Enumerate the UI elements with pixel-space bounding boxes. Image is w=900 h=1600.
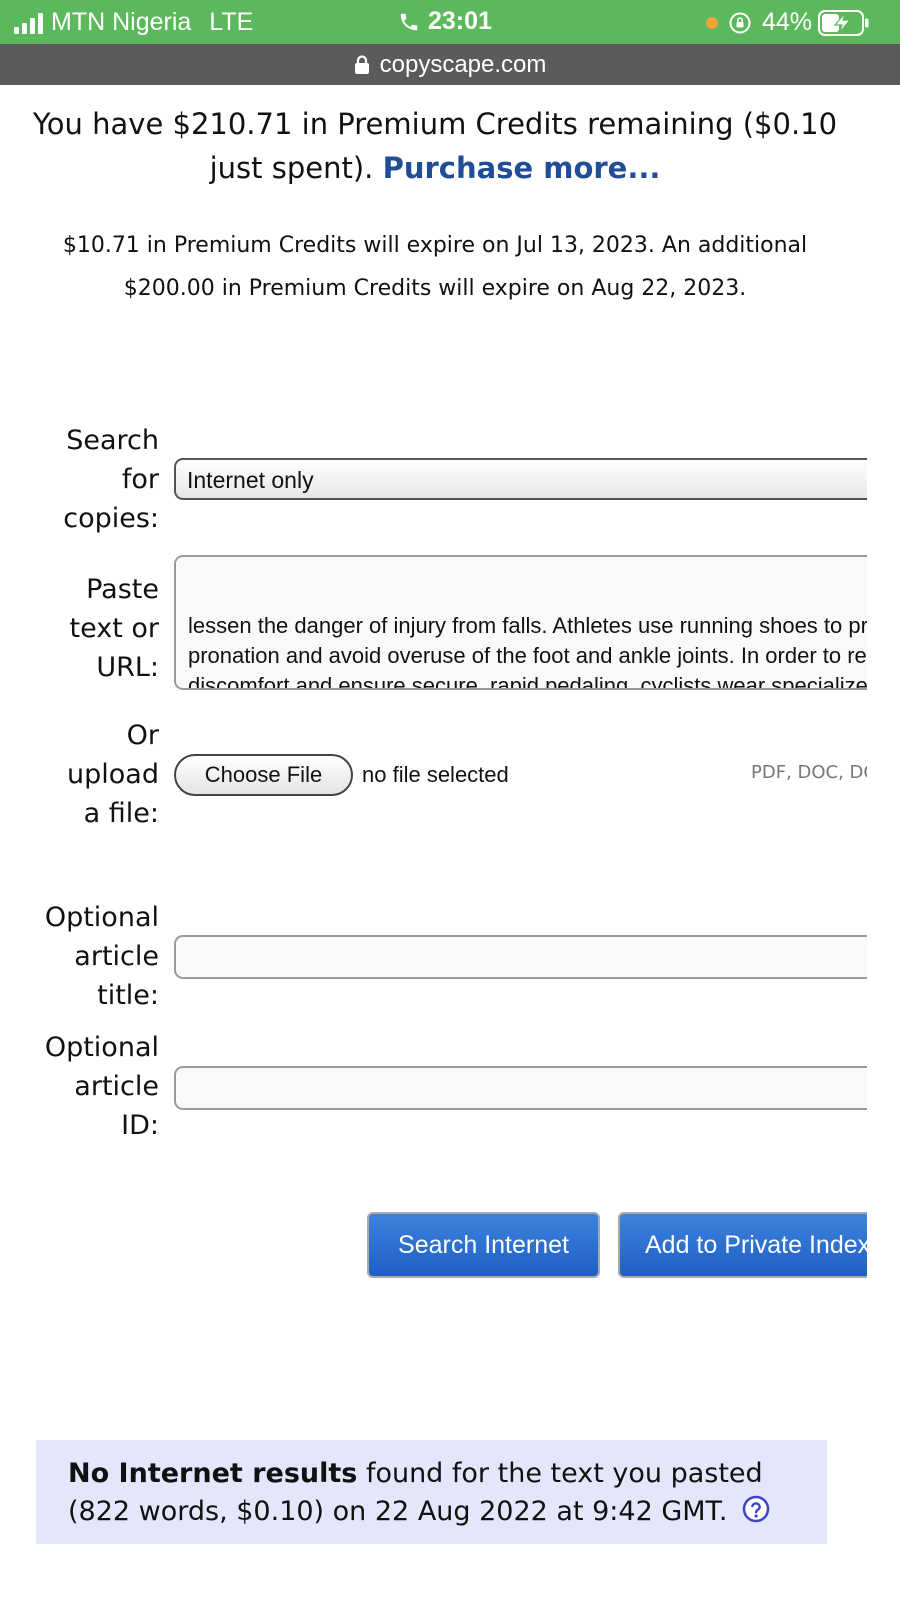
result-message: No Internet results found for the text y… <box>36 1440 827 1544</box>
help-icon[interactable] <box>742 1495 770 1523</box>
article-title-input[interactable] <box>174 935 900 979</box>
carrier-name: MTN Nigeria <box>51 8 192 36</box>
add-to-private-index-button[interactable]: Add to Private Index <box>618 1212 900 1278</box>
search-for-copies-label: Search for copies: <box>63 425 159 534</box>
paste-text-label: Paste text or URL: <box>69 574 160 683</box>
status-bar-right: 44% <box>705 8 870 37</box>
upload-file-label: Or upload a file: <box>67 720 159 829</box>
viewport-edge <box>867 85 900 1600</box>
article-id-input[interactable] <box>174 1066 900 1110</box>
credits-expiry: $10.71 in Premium Credits will expire on… <box>62 233 808 301</box>
status-bar-left: MTN Nigeria LTE <box>14 8 253 37</box>
battery-charging-icon <box>818 9 869 36</box>
phone-call-icon <box>400 13 418 30</box>
file-types-hint: PDF, DOC, DOCX <box>751 762 867 783</box>
result-headline: No Internet results <box>68 1458 358 1489</box>
padlock-icon <box>354 54 369 74</box>
status-bar-center: 23:01 <box>398 7 492 36</box>
search-internet-button[interactable]: Search Internet <box>367 1212 600 1278</box>
url-domain: copyscape.com <box>379 50 547 78</box>
clock: 23:01 <box>428 7 492 35</box>
rotation-lock-icon <box>729 12 751 33</box>
choose-file-button[interactable]: Choose File <box>174 754 353 796</box>
search-scope-select[interactable]: Internet only <box>174 458 900 500</box>
status-bar: MTN Nigeria LTE 23:01 44% <box>0 0 900 44</box>
network-type: LTE <box>209 8 254 36</box>
paste-text-content: lessen the danger of injury from falls. … <box>188 613 900 690</box>
file-status-text: no file selected <box>362 762 509 787</box>
article-id-label: Optional article ID: <box>44 1032 159 1141</box>
signal-strength-icon <box>14 12 43 34</box>
browser-url-bar[interactable]: copyscape.com <box>0 44 900 85</box>
battery-percent: 44% <box>761 8 812 36</box>
purchase-more-link[interactable]: Purchase more... <box>383 151 661 185</box>
orange-dot-icon <box>705 16 718 29</box>
paste-text-area[interactable]: lessen the danger of injury from falls. … <box>174 555 900 690</box>
article-title-label: Optional article title: <box>44 902 159 1011</box>
credits-summary: You have $210.71 in Premium Credits rema… <box>20 102 850 190</box>
